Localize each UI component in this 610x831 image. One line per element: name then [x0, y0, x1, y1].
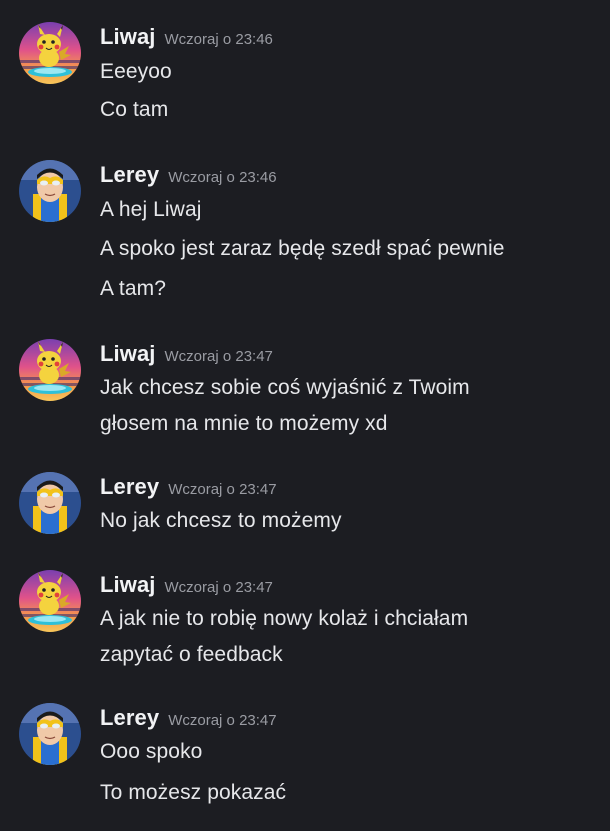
timestamp[interactable]: Wczoraj o 23:47 — [165, 348, 273, 365]
timestamp[interactable]: Wczoraj o 23:46 — [168, 169, 276, 186]
message-text: Co tam — [100, 98, 169, 121]
message-text: A hej Liwaj — [100, 198, 202, 221]
pikachu-avatar-icon — [19, 570, 81, 632]
username[interactable]: Liwaj — [100, 24, 156, 49]
message-text: zapytać o feedback — [100, 643, 283, 666]
avatar[interactable] — [19, 22, 81, 84]
message-header: Lerey Wczoraj o 23:47 — [100, 474, 277, 504]
message-header: Liwaj Wczoraj o 23:47 — [100, 572, 273, 602]
avatar[interactable] — [19, 160, 81, 222]
message-text: No jak chcesz to możemy — [100, 509, 342, 532]
invincible-avatar-icon — [19, 703, 81, 765]
invincible-avatar-icon — [19, 160, 81, 222]
timestamp[interactable]: Wczoraj o 23:47 — [168, 481, 276, 498]
username[interactable]: Lerey — [100, 705, 159, 730]
message-text: A jak nie to robię nowy kolaż i chciałam — [100, 607, 469, 630]
username[interactable]: Liwaj — [100, 341, 156, 366]
message-text: To możesz pokazać — [100, 781, 287, 804]
message-text: A tam? — [100, 277, 166, 300]
avatar[interactable] — [19, 703, 81, 765]
message-header: Liwaj Wczoraj o 23:46 — [100, 24, 273, 54]
message-text: głosem na mnie to możemy xd — [100, 412, 388, 435]
avatar[interactable] — [19, 570, 81, 632]
avatar[interactable] — [19, 472, 81, 534]
avatar[interactable] — [19, 339, 81, 401]
message-text: A spoko jest zaraz będę szedł spać pewni… — [100, 237, 505, 260]
chat-message-list: Liwaj Wczoraj o 23:46 Eeeyoo Co tam Lerey… — [0, 0, 610, 831]
username[interactable]: Lerey — [100, 162, 159, 187]
timestamp[interactable]: Wczoraj o 23:47 — [168, 712, 276, 729]
username[interactable]: Liwaj — [100, 572, 156, 597]
pikachu-avatar-icon — [19, 339, 81, 401]
timestamp[interactable]: Wczoraj o 23:46 — [165, 31, 273, 48]
message-header: Liwaj Wczoraj o 23:47 — [100, 341, 273, 371]
message-text: Eeeyoo — [100, 60, 172, 83]
timestamp[interactable]: Wczoraj o 23:47 — [165, 579, 273, 596]
message-text: Ooo spoko — [100, 740, 203, 763]
message-header: Lerey Wczoraj o 23:46 — [100, 162, 277, 192]
message-text: Jak chcesz sobie coś wyjaśnić z Twoim — [100, 376, 470, 399]
invincible-avatar-icon — [19, 472, 81, 534]
pikachu-avatar-icon — [19, 22, 81, 84]
username[interactable]: Lerey — [100, 474, 159, 499]
message-header: Lerey Wczoraj o 23:47 — [100, 705, 277, 735]
